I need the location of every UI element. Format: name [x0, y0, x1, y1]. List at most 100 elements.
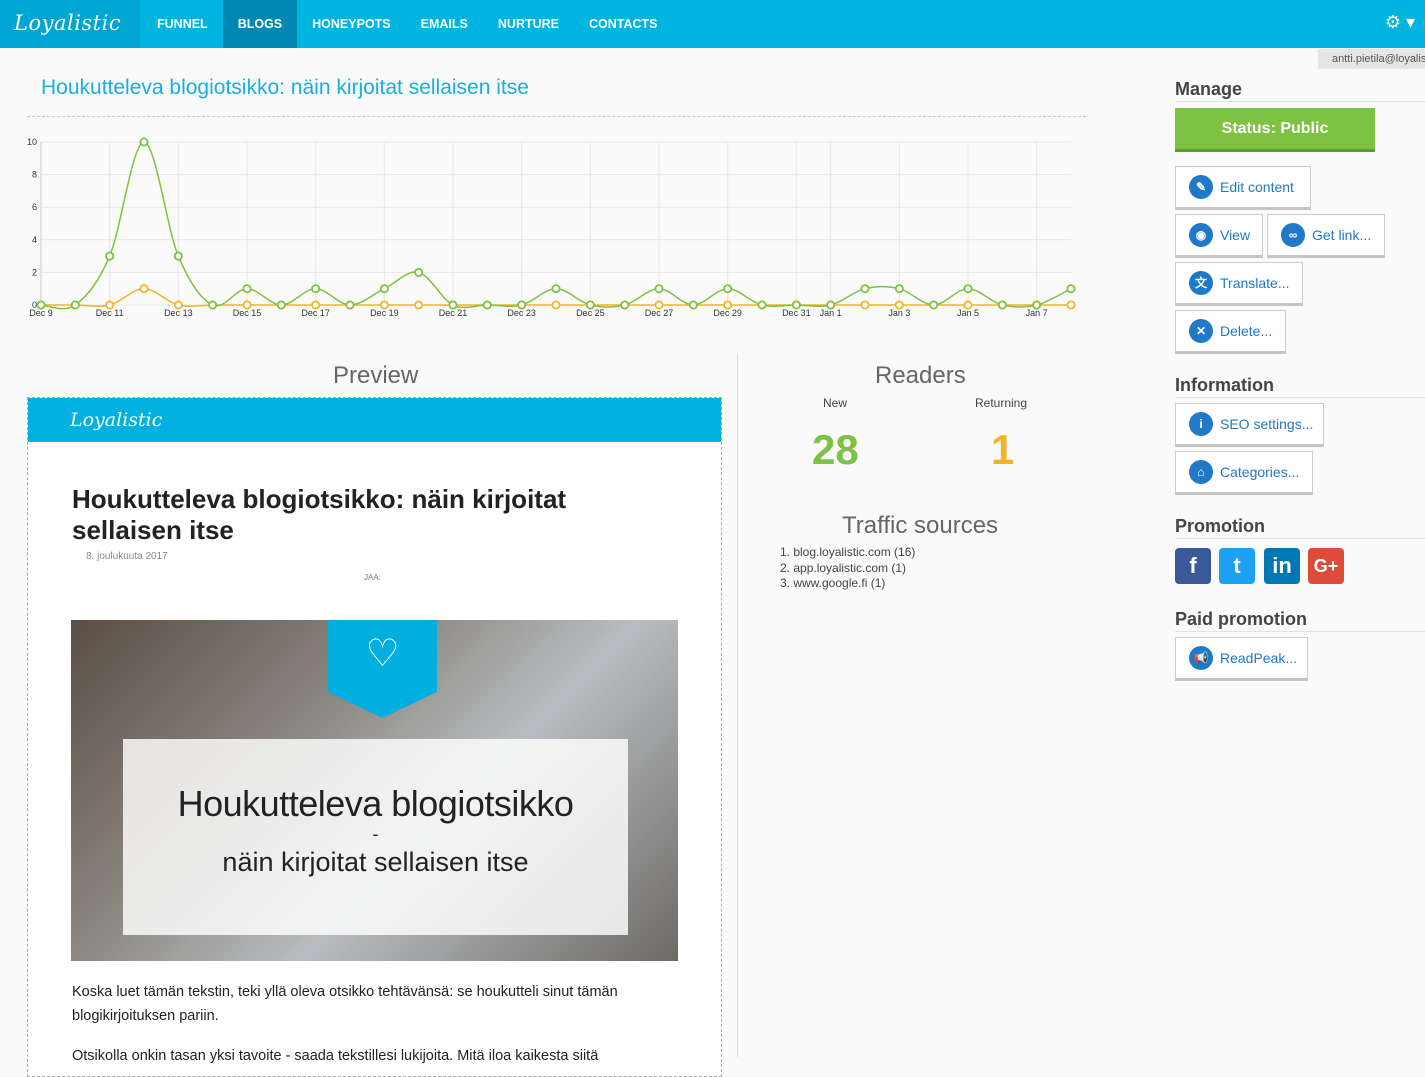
categories-label: Categories... [1220, 464, 1300, 480]
data-point [654, 300, 664, 310]
new-readers-label: New [823, 396, 848, 410]
data-point [894, 284, 904, 294]
y-tick-label: 2 [32, 267, 37, 277]
page-title: Houkutteleva blogiotsikko: näin kirjoita… [41, 76, 529, 99]
hero-line-2: näin kirjoitat sellaisen itse [222, 847, 529, 877]
data-point [654, 284, 664, 294]
data-point [1066, 300, 1076, 310]
data-point [345, 300, 355, 310]
facebook-icon[interactable]: f [1175, 548, 1211, 584]
chart-y-ticks: 0246810 [27, 137, 37, 310]
link-icon: ∞ [1281, 223, 1305, 247]
main-nav: FUNNEL BLOGS HONEYPOTS EMAILS NURTURE CO… [142, 0, 673, 48]
x-tick-label: Dec 25 [576, 308, 605, 318]
nav-contacts[interactable]: CONTACTS [574, 0, 673, 48]
data-point [997, 300, 1007, 310]
data-point [551, 300, 561, 310]
traffic-source-item: 3. www.google.fi (1) [780, 576, 886, 590]
edit-content-button[interactable]: ✎ Edit content [1175, 166, 1311, 210]
returning-readers-count: 1 [991, 426, 1015, 473]
title-divider [27, 116, 1086, 117]
badge-tip [328, 692, 437, 718]
data-point [311, 300, 321, 310]
data-point [860, 284, 870, 294]
nav-funnel[interactable]: FUNNEL [142, 0, 223, 48]
twitter-icon[interactable]: t [1219, 548, 1255, 584]
info-icon: i [1189, 412, 1213, 436]
x-tick-label: Jan 3 [888, 308, 910, 318]
data-point [723, 300, 733, 310]
gear-icon[interactable]: ⚙ ▾ [1385, 12, 1415, 33]
translate-label: Translate... [1220, 275, 1290, 291]
preview-heading: Preview [333, 362, 419, 389]
delete-button[interactable]: ✕ Delete... [1175, 310, 1286, 354]
google-plus-icon[interactable]: G+ [1308, 548, 1344, 584]
post-preview: Loyalistic Houkutteleva blogiotsikko: nä… [27, 397, 722, 1077]
data-point [757, 300, 767, 310]
x-tick-label: Dec 11 [96, 308, 124, 318]
nav-nurture[interactable]: NURTURE [483, 0, 574, 48]
hero-dash: - [372, 824, 379, 844]
get-link-button[interactable]: ∞ Get link... [1267, 214, 1385, 258]
readpeak-button[interactable]: 📢 ReadPeak... [1175, 637, 1308, 681]
y-tick-label: 4 [32, 235, 37, 245]
translate-button[interactable]: 文 Translate... [1175, 262, 1303, 306]
nav-honeypots[interactable]: HONEYPOTS [297, 0, 406, 48]
y-tick-label: 10 [27, 137, 37, 147]
traffic-heading: Traffic sources [842, 512, 999, 539]
view-button[interactable]: ◉ View [1175, 214, 1263, 258]
data-point [585, 300, 595, 310]
post-title: Houkutteleva blogiotsikko: näin kirjoita… [72, 484, 567, 545]
user-email: antti.pietila@loyalistic.com [1318, 49, 1425, 69]
data-point [448, 300, 458, 310]
linkedin-icon[interactable]: in [1264, 548, 1300, 584]
series-line [40, 141, 1072, 310]
heart-badge: ♡ [328, 620, 437, 692]
data-point [791, 300, 801, 310]
hero-image: ♡ Houkutteleva blogiotsikko - näin kirjo… [71, 620, 678, 961]
new-readers-count: 28 [812, 426, 859, 473]
traffic-source-item: 2. app.loyalistic.com (1) [780, 560, 907, 575]
x-tick-label: Dec 13 [164, 308, 193, 318]
reads-chart: 0246810 Dec 9 Dec 11 Dec 13 Dec 15 Dec 17 Dec… [27, 137, 1076, 318]
readpeak-label: ReadPeak... [1220, 650, 1298, 666]
categories-button[interactable]: ⌂ Categories... [1175, 451, 1313, 495]
post-paragraph-1: Koska luet tämän tekstin, teki yllä olev… [72, 984, 618, 1024]
hero-caption-box: Houkutteleva blogiotsikko - näin kirjoit… [123, 739, 628, 935]
data-point [929, 300, 939, 310]
x-tick-label: Dec 19 [370, 308, 399, 318]
data-point [311, 284, 321, 294]
x-tick-label: Dec 15 [233, 308, 262, 318]
nav-blogs[interactable]: BLOGS [222, 0, 298, 48]
app-logo[interactable]: Loyalistic [0, 0, 140, 48]
data-point [894, 300, 904, 310]
data-point [173, 300, 183, 310]
x-tick-label: Dec 23 [507, 308, 536, 318]
data-point [242, 284, 252, 294]
data-point [551, 284, 561, 294]
data-point [208, 300, 218, 310]
x-tick-label: Dec 17 [301, 308, 330, 318]
chart-x-ticks: Dec 9 Dec 11 Dec 13 Dec 15 Dec 17 Dec 19 Dec 2… [29, 308, 1047, 318]
megaphone-icon: 📢 [1189, 646, 1213, 670]
post-date: 8. joulukuuta 2017 [86, 551, 168, 562]
data-point [70, 300, 80, 310]
data-point [860, 300, 870, 310]
heart-icon: ♡ [365, 633, 400, 675]
x-tick-label: Jan 7 [1026, 308, 1048, 318]
data-point [1066, 284, 1076, 294]
data-point [173, 251, 183, 261]
data-point [963, 284, 973, 294]
chart-series [36, 137, 1076, 310]
status-button[interactable]: Status: Public [1175, 108, 1375, 152]
data-point [105, 251, 115, 261]
data-point [723, 284, 733, 294]
x-tick-label: Dec 29 [713, 308, 742, 318]
paid-promotion-heading: Paid promotion [1175, 609, 1425, 632]
x-tick-label: Jan 1 [820, 308, 842, 318]
seo-settings-button[interactable]: i SEO settings... [1175, 403, 1324, 447]
nav-emails[interactable]: EMAILS [406, 0, 483, 48]
returning-readers-label: Returning [975, 396, 1028, 410]
manage-heading: Manage [1175, 79, 1425, 102]
information-heading: Information [1175, 375, 1425, 398]
